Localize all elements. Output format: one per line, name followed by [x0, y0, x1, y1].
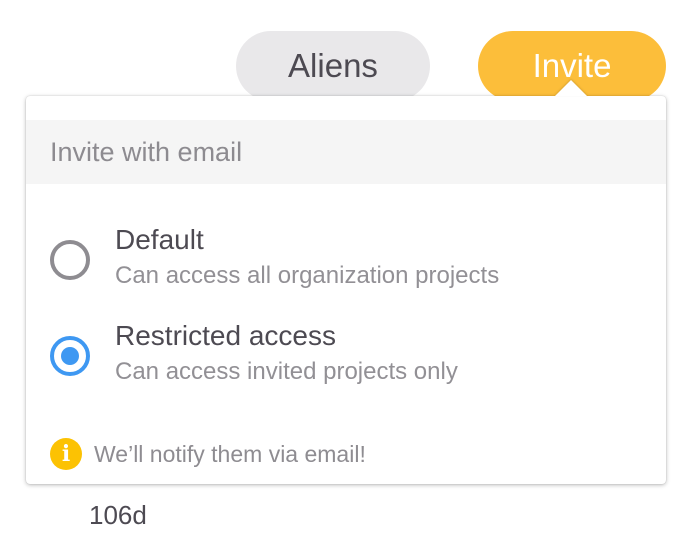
org-button-label: Aliens — [288, 47, 378, 84]
invite-screen: Aliens Invite Invite with email Default … — [0, 0, 696, 558]
radio-selected-dot — [61, 347, 79, 365]
notice-text: We’ll notify them via email! — [94, 440, 366, 467]
option-default[interactable]: Default Can access all organization proj… — [26, 224, 666, 298]
option-restricted-label: Restricted access — [115, 320, 336, 351]
background-partial-text: 106d — [89, 500, 147, 530]
radio-default[interactable] — [50, 240, 90, 280]
info-icon: i — [50, 438, 82, 470]
option-restricted-description: Can access invited projects only — [115, 358, 458, 385]
popover-header: Invite with email — [26, 120, 666, 184]
popover-title: Invite with email — [50, 136, 243, 167]
org-button[interactable]: Aliens — [236, 31, 430, 101]
invite-popover: Invite with email Default Can access all… — [26, 96, 666, 484]
radio-restricted-access[interactable] — [50, 336, 90, 376]
option-restricted-access[interactable]: Restricted access Can access invited pro… — [26, 320, 666, 394]
notify-notice: i We’ll notify them via email! — [50, 438, 366, 470]
option-default-label: Default — [115, 224, 204, 255]
option-default-description: Can access all organization projects — [115, 262, 500, 289]
popover-caret — [555, 80, 587, 96]
